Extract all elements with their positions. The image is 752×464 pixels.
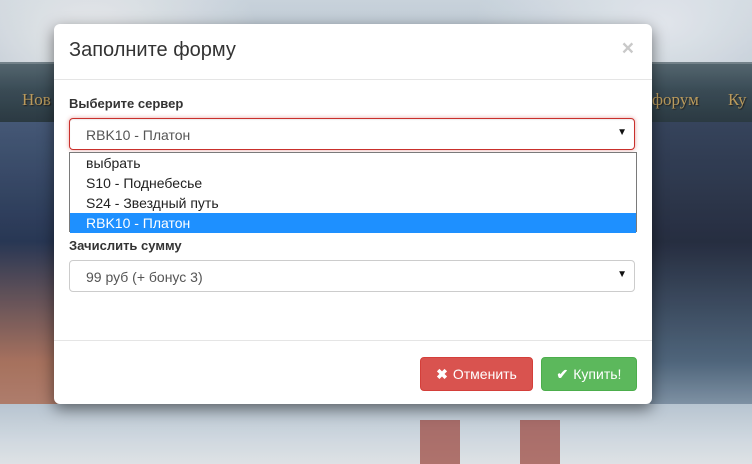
amount-select-value: 99 руб (+ бонус 3) <box>86 269 203 285</box>
amount-select[interactable]: 99 руб (+ бонус 3) ▼ <box>69 260 635 292</box>
amount-label: Зачислить сумму <box>69 238 182 253</box>
chevron-down-icon: ▼ <box>617 127 627 138</box>
chevron-down-icon: ▼ <box>617 269 627 280</box>
dropdown-option[interactable]: S10 - Поднебесье <box>70 173 636 193</box>
buy-button[interactable]: ✔ Купить! <box>541 357 637 391</box>
payment-modal: Заполните форму × Выберите сервер RBK10 … <box>54 24 652 404</box>
cancel-button[interactable]: ✖ Отменить <box>420 357 533 391</box>
dropdown-option-selected[interactable]: RBK10 - Платон <box>70 213 636 233</box>
server-select-value: RBK10 - Платон <box>86 127 191 143</box>
modal-footer: ✖ Отменить ✔ Купить! <box>54 340 652 405</box>
buy-button-label: Купить! <box>573 366 622 382</box>
modal-title: Заполните форму <box>69 39 236 61</box>
server-select[interactable]: RBK10 - Платон ▼ <box>69 118 635 150</box>
dropdown-option[interactable]: выбрать <box>70 153 636 173</box>
modal-header: Заполните форму × <box>54 24 652 80</box>
server-dropdown-list: выбрать S10 - Поднебесье S24 - Звездный … <box>69 152 637 233</box>
check-icon: ✔ <box>556 365 569 382</box>
cancel-button-label: Отменить <box>452 366 517 382</box>
times-icon: ✖ <box>436 365 448 382</box>
close-icon[interactable]: × <box>622 38 634 59</box>
server-label: Выберите сервер <box>69 96 184 111</box>
dropdown-option[interactable]: S24 - Звездный путь <box>70 193 636 213</box>
